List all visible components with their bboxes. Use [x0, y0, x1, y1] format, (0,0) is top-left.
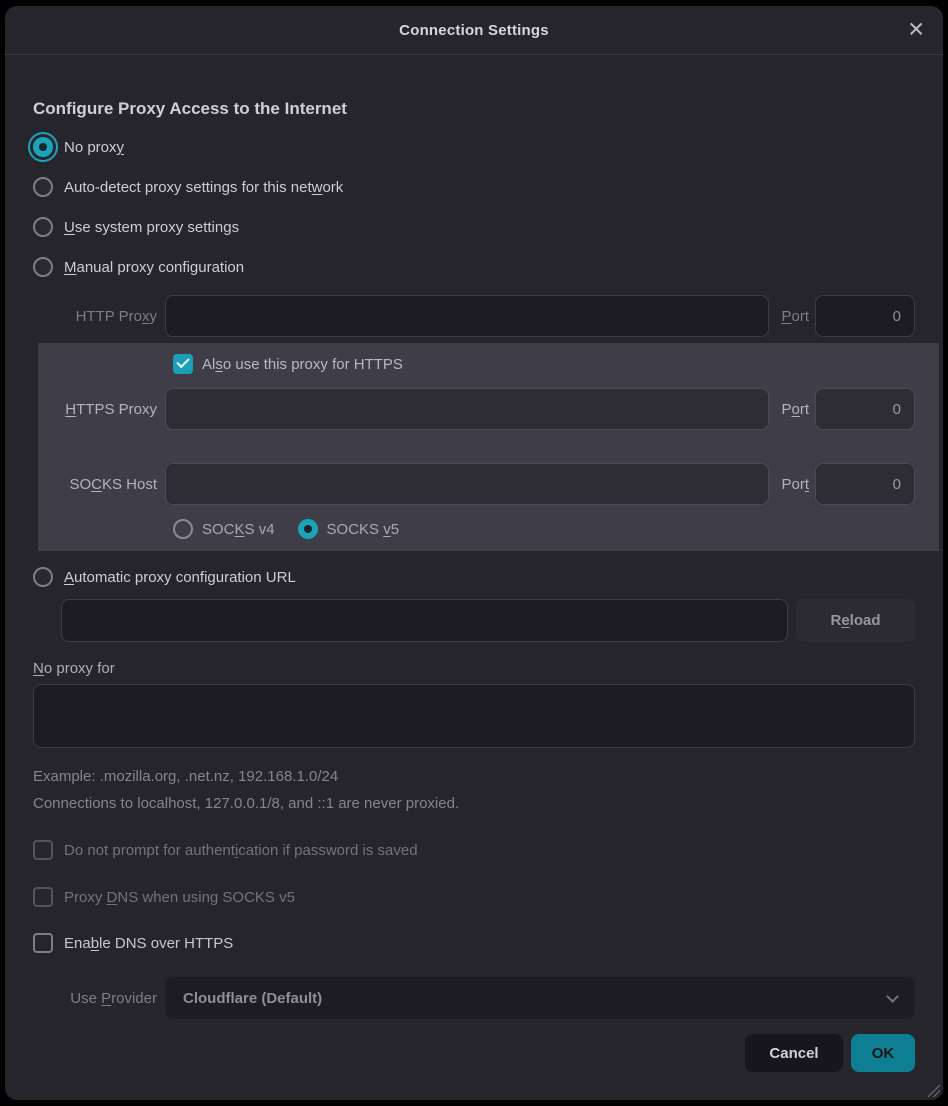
radio-auto-url-label: Automatic proxy configuration URL [64, 569, 296, 586]
dialog-content: Configure Proxy Access to the Internet N… [5, 55, 943, 1072]
https-port-input[interactable] [815, 388, 915, 430]
auto-url-row: Reload [61, 599, 915, 642]
socks-port-input[interactable] [815, 463, 915, 505]
connection-settings-dialog: Connection Settings ✕ Configure Proxy Ac… [5, 6, 943, 1100]
http-proxy-row: HTTP Proxy Port [33, 295, 915, 337]
radio-auto-detect-label: Auto-detect proxy settings for this netw… [64, 179, 343, 196]
radio-socks-v4[interactable] [173, 519, 193, 539]
no-proxy-note-text: Connections to localhost, 127.0.0.1/8, a… [33, 795, 915, 812]
close-icon[interactable]: ✕ [907, 20, 925, 41]
no-proxy-example-text: Example: .mozilla.org, .net.nz, 192.168.… [33, 768, 915, 785]
proxy-dns-checkbox [33, 887, 53, 907]
socks-v5-group: SOCKS v5 [298, 519, 400, 539]
radio-no-proxy-label: No proxy [64, 139, 124, 156]
https-proxy-row: HTTPS Proxy Port [38, 388, 915, 430]
radio-system-proxy[interactable] [33, 217, 53, 237]
no-proxy-for-textarea[interactable] [33, 684, 915, 748]
page-title: Configure Proxy Access to the Internet [33, 99, 915, 119]
checkbox-row-no-prompt-auth: Do not prompt for authentication if pass… [33, 838, 915, 862]
no-prompt-auth-checkbox [33, 840, 53, 860]
https-proxy-label: HTTPS Proxy [38, 401, 165, 418]
socks-host-label: SOCKS Host [38, 476, 165, 493]
proxy-dns-label: Proxy DNS when using SOCKS v5 [64, 889, 295, 906]
radio-row-manual-proxy[interactable]: Manual proxy configuration [33, 255, 915, 279]
no-prompt-auth-label: Do not prompt for authentication if pass… [64, 842, 418, 859]
http-port-input[interactable] [815, 295, 915, 337]
use-provider-label: Use Provider [33, 990, 165, 1007]
enable-doh-label: Enable DNS over HTTPS [64, 935, 233, 952]
https-socks-group: Also use this proxy for HTTPS HTTPS Prox… [38, 343, 939, 551]
share-proxy-label: Also use this proxy for HTTPS [202, 356, 403, 373]
socks-host-input[interactable] [165, 463, 769, 505]
share-proxy-checkbox-row[interactable]: Also use this proxy for HTTPS [173, 354, 915, 374]
socks-port-label: Port [781, 476, 809, 493]
ok-button[interactable]: OK [851, 1034, 915, 1072]
radio-system-proxy-label: Use system proxy settings [64, 219, 239, 236]
radio-socks-v5[interactable] [298, 519, 318, 539]
http-port-label: Port [781, 308, 809, 325]
radio-auto-url[interactable] [33, 567, 53, 587]
radio-no-proxy[interactable] [33, 137, 53, 157]
radio-socks-v4-label: SOCKS v4 [202, 521, 275, 538]
https-proxy-input[interactable] [165, 388, 769, 430]
radio-manual-proxy[interactable] [33, 257, 53, 277]
dialog-footer: Cancel OK [33, 1034, 915, 1072]
doh-provider-select[interactable]: Cloudflare (Default) [165, 977, 915, 1019]
socks-host-row: SOCKS Host Port [38, 463, 915, 505]
no-proxy-for-label: No proxy for [33, 660, 915, 677]
resize-grip[interactable] [923, 1080, 940, 1097]
checkbox-row-enable-doh[interactable]: Enable DNS over HTTPS [33, 931, 915, 955]
radio-socks-v5-label: SOCKS v5 [327, 521, 400, 538]
https-port-label: Port [781, 401, 809, 418]
radio-row-auto-url[interactable]: Automatic proxy configuration URL [33, 565, 915, 589]
http-proxy-label: HTTP Proxy [33, 308, 165, 325]
doh-provider-value: Cloudflare (Default) [183, 990, 888, 1007]
radio-row-no-proxy[interactable]: No proxy [33, 135, 915, 159]
chevron-down-icon [886, 990, 899, 1003]
doh-provider-row: Use Provider Cloudflare (Default) [33, 977, 915, 1019]
radio-manual-proxy-label: Manual proxy configuration [64, 259, 244, 276]
radio-row-system-proxy[interactable]: Use system proxy settings [33, 215, 915, 239]
share-proxy-checkbox[interactable] [173, 354, 193, 374]
cancel-button[interactable]: Cancel [745, 1034, 843, 1072]
http-proxy-input[interactable] [165, 295, 769, 337]
reload-button[interactable]: Reload [796, 599, 915, 642]
socks-version-row: SOCKS v4 SOCKS v5 [173, 517, 915, 541]
checkbox-row-proxy-dns: Proxy DNS when using SOCKS v5 [33, 885, 915, 909]
auto-url-input[interactable] [61, 599, 788, 642]
dialog-title: Connection Settings [399, 22, 549, 39]
dialog-titlebar: Connection Settings ✕ [5, 6, 943, 55]
radio-row-auto-detect[interactable]: Auto-detect proxy settings for this netw… [33, 175, 915, 199]
enable-doh-checkbox[interactable] [33, 933, 53, 953]
radio-auto-detect[interactable] [33, 177, 53, 197]
